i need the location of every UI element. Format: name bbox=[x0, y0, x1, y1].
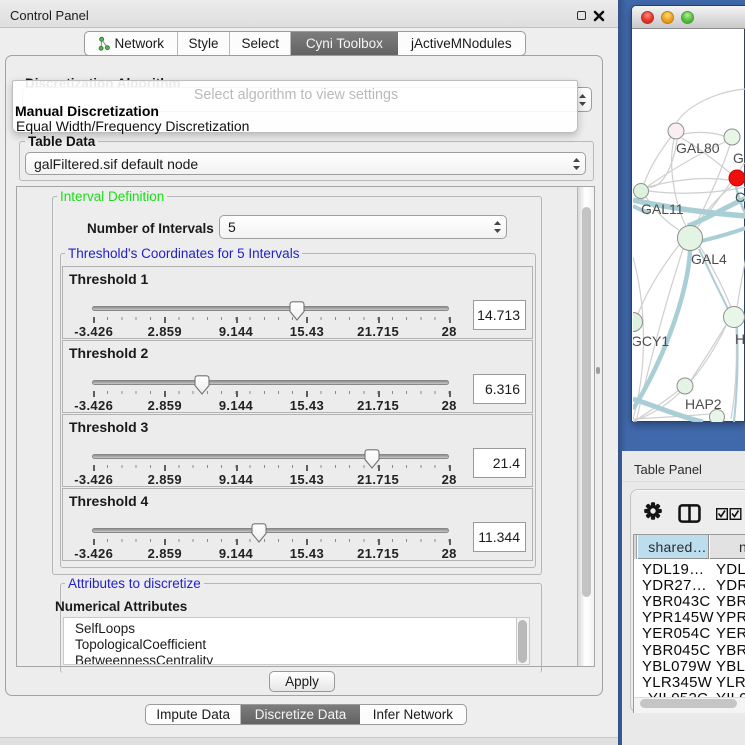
svg-text:GAL80: GAL80 bbox=[676, 140, 720, 156]
svg-text:GA: GA bbox=[733, 150, 745, 166]
svg-text:H: H bbox=[735, 331, 745, 347]
svg-text:GAL4: GAL4 bbox=[691, 251, 727, 267]
svg-text:HAP2: HAP2 bbox=[685, 396, 722, 412]
svg-text:GCY1: GCY1 bbox=[633, 333, 669, 349]
svg-text:C: C bbox=[735, 189, 745, 205]
svg-text:GAL11: GAL11 bbox=[641, 201, 684, 217]
